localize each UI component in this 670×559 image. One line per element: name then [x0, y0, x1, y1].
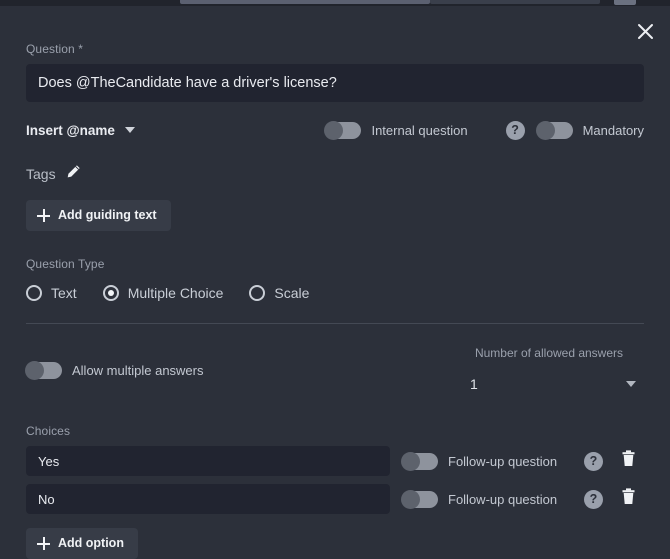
- choice-row: Follow-up question ?: [26, 484, 644, 514]
- chevron-down-icon: [626, 381, 636, 387]
- add-guiding-text-label: Add guiding text: [58, 208, 157, 223]
- internal-question-label: Internal question: [371, 122, 468, 138]
- question-label: Question *: [26, 42, 84, 56]
- chevron-down-icon: [124, 127, 135, 133]
- section-divider: [26, 323, 644, 324]
- mandatory-toggle[interactable]: [535, 120, 573, 140]
- followup-group-1: Follow-up question: [401, 451, 558, 471]
- mandatory-help-icon[interactable]: ?: [505, 120, 525, 140]
- chrome-segment-tertiary: [614, 0, 636, 5]
- followup-question-label-2: Follow-up question: [448, 491, 558, 507]
- insert-name-label: Insert @name: [26, 122, 115, 138]
- choices-label: Choices: [26, 424, 71, 438]
- followup-question-toggle-1[interactable]: [401, 451, 438, 471]
- question-type-option-multiple-choice[interactable]: Multiple Choice: [102, 285, 224, 301]
- choice-row: Follow-up question ?: [26, 446, 644, 476]
- mandatory-group: ? Mandatory: [505, 120, 644, 140]
- followup-question-label-1: Follow-up question: [448, 453, 558, 469]
- chrome-segment-primary: [180, 0, 430, 4]
- allow-multiple-answers-toggle[interactable]: [25, 361, 62, 380]
- question-type-option-label: Multiple Choice: [127, 285, 224, 301]
- plus-icon: [37, 209, 50, 222]
- question-options-row: Insert @name Internal question ? Mandato…: [26, 118, 644, 142]
- allow-multiple-group: Allow multiple answers: [25, 361, 204, 380]
- internal-question-group: Internal question: [324, 120, 468, 140]
- pencil-icon[interactable]: [66, 164, 81, 184]
- plus-icon: [37, 537, 50, 550]
- add-guiding-text-button[interactable]: Add guiding text: [26, 200, 171, 231]
- tags-label: Tags: [26, 166, 56, 182]
- question-type-option-scale[interactable]: Scale: [249, 285, 309, 301]
- add-option-wrap: Add option: [26, 528, 644, 559]
- delete-choice-icon-2[interactable]: [621, 488, 636, 510]
- question-type-option-label: Scale: [274, 285, 310, 301]
- allow-multiple-row: Allow multiple answers Number of allowed…: [25, 346, 644, 410]
- choice-actions-2: ?: [584, 488, 644, 510]
- question-type-option-label: Text: [51, 285, 77, 301]
- toggle-knob: [535, 120, 555, 140]
- choice-help-icon-2[interactable]: ?: [584, 489, 603, 509]
- allowed-answers-select[interactable]: 1: [454, 376, 644, 392]
- radio-icon: [249, 285, 266, 301]
- choice-input-2[interactable]: [26, 484, 390, 514]
- toggle-knob: [25, 361, 44, 380]
- add-option-button[interactable]: Add option: [26, 528, 138, 559]
- allowed-answers-label: Number of allowed answers: [474, 346, 624, 360]
- allowed-answers-value: 1: [470, 376, 478, 392]
- toggle-knob: [324, 120, 344, 140]
- close-icon: [637, 23, 654, 40]
- question-input[interactable]: [26, 64, 644, 102]
- allowed-answers-group: Number of allowed answers 1: [454, 346, 644, 392]
- toggle-knob: [401, 489, 420, 509]
- tags-row: Tags: [26, 164, 644, 184]
- question-type-option-text[interactable]: Text: [26, 285, 77, 301]
- add-option-label: Add option: [58, 536, 124, 551]
- guiding-text-wrap: Add guiding text: [26, 200, 644, 231]
- radio-icon-selected: [102, 285, 119, 301]
- mandatory-label: Mandatory: [582, 122, 644, 138]
- insert-name-dropdown[interactable]: Insert @name: [26, 123, 135, 138]
- editor-content: Question * Insert @name Internal questio…: [25, 42, 644, 559]
- followup-group-2: Follow-up question: [401, 489, 558, 509]
- radio-icon: [26, 285, 42, 301]
- choice-help-icon-1[interactable]: ?: [584, 451, 603, 471]
- internal-question-toggle[interactable]: [324, 120, 362, 140]
- question-editor-panel: Question * Insert @name Internal questio…: [0, 6, 670, 559]
- delete-choice-icon-1[interactable]: [621, 450, 636, 472]
- choice-actions-1: ?: [584, 450, 644, 472]
- choice-input-1[interactable]: [26, 446, 390, 476]
- chrome-segment-secondary: [430, 0, 600, 4]
- allow-multiple-answers-label: Allow multiple answers: [72, 363, 204, 378]
- question-type-radio-group: Text Multiple Choice Scale: [26, 285, 644, 301]
- followup-question-toggle-2[interactable]: [401, 489, 438, 509]
- toggle-knob: [401, 451, 420, 471]
- question-type-label: Question Type: [26, 257, 105, 271]
